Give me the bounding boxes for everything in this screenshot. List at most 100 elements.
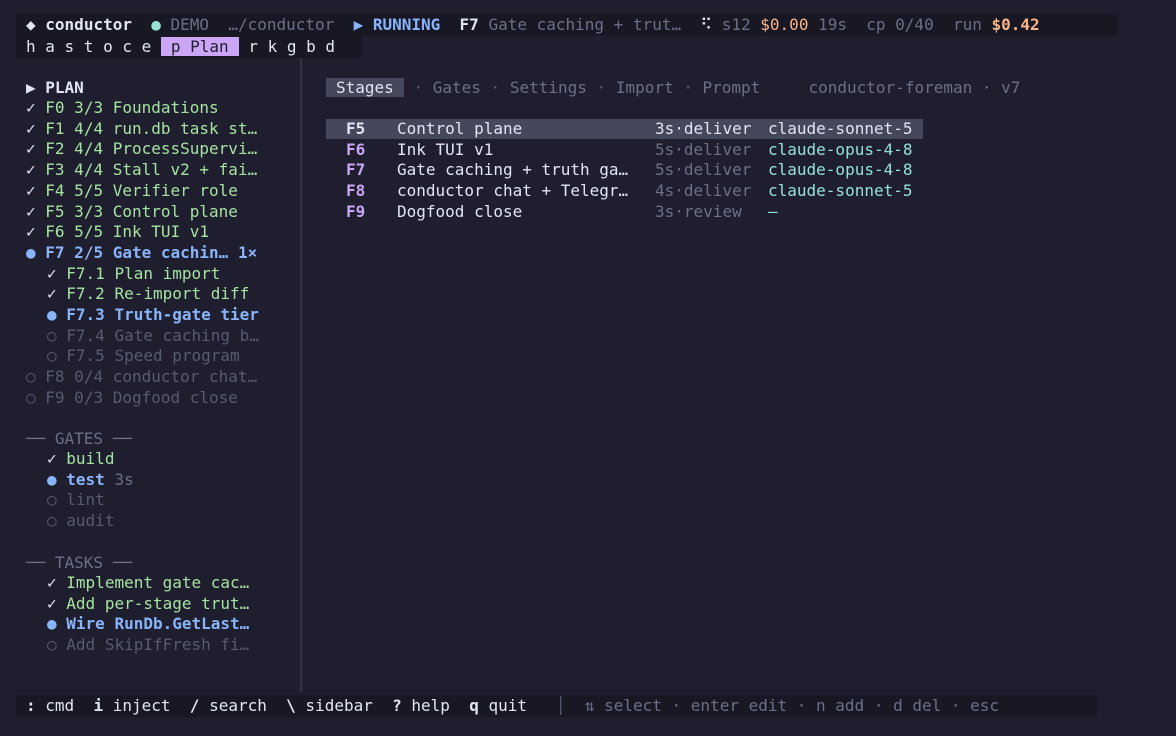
tab-prompt[interactable]: Prompt [703,78,761,97]
plan-item[interactable]: ○ F8 0/4 conductor chat… [26,367,257,387]
gate-label: lint [66,490,105,510]
active-status-icon: ● [47,614,57,634]
key-label: help [411,696,450,715]
tab-stages[interactable]: Stages [326,78,404,97]
run-cost: $0.42 [991,15,1040,34]
stage-duration: 5s [655,139,675,159]
gate-item[interactable]: ○ audit [26,511,114,531]
task-item[interactable]: ✓ Add per-stage trut… [26,594,249,614]
plan-item[interactable]: ○ F7.5 Speed program [26,346,240,366]
plan-item[interactable]: ✓ F0 3/3 Foundations [26,98,219,118]
plan-item[interactable]: ○ F7.4 Gate caching b… [26,326,259,346]
key-hint: / [189,696,200,715]
plan-item[interactable]: ✓ F6 5/5 Ink TUI v1 [26,222,209,242]
gate-item[interactable]: ✓ build [26,449,114,469]
tab-import[interactable]: Import [616,78,674,97]
plan-item-label: F1 4/4 run.db task st… [45,118,258,138]
active-status-icon: ● [26,242,36,262]
working-path: …/conductor [228,15,335,34]
stage-model: claude-opus-4-8 [768,139,913,159]
stage-id: F8 [346,181,366,201]
current-stage-title: Gate caching + trut… [488,15,682,34]
stage-model: claude-sonnet-5 [768,119,913,138]
done-status-icon: ✓ [47,573,57,592]
stage-model: claude-opus-4-8 [768,160,913,180]
gate-item[interactable]: ○ lint [26,490,105,510]
stage-timing: 4s·deliver [655,181,751,201]
tab-gates[interactable]: Gates [433,78,481,97]
footer-key-search[interactable]: / search [190,696,267,715]
stage-row[interactable]: F7 Gate caching + truth ga… 5s·deliver clau… [326,160,923,180]
stage-duration: 3s [655,201,675,221]
session-cost: $0.00 [760,15,809,34]
key-hint: \ [286,696,296,715]
stage-phase: review [683,201,742,221]
diamond-icon: ◆ [26,15,36,34]
stage-row[interactable]: F5 Control plane 3s·deliver claude-sonnet-5 [326,119,923,139]
run-state: RUNNING [372,15,441,34]
footer-key-cmd[interactable]: : cmd [26,696,74,715]
tab-shortcuts-left[interactable]: h a s t o c e [26,37,151,56]
tab-separator: · [413,78,424,97]
stage-duration: 4s [655,181,675,201]
key-label: quit [488,696,528,715]
gate-item[interactable]: ● test 3s [26,470,134,490]
stage-row[interactable]: F9 Dogfood close 3s·review — [326,202,923,222]
plan-header[interactable]: ▶ PLAN [26,78,84,98]
footer-divider: │ [555,696,566,715]
stage-title: Ink TUI v1 [397,139,494,159]
task-label: Wire RunDb.GetLast… [66,614,250,634]
done-status-icon: ✓ [26,201,36,221]
gate-label: test [66,469,105,489]
done-status-icon: ✓ [26,180,36,200]
plan-item[interactable]: ✓ F1 4/4 run.db task st… [26,119,257,139]
done-status-icon: ✓ [26,222,36,242]
plan-item-label: F7.4 Gate caching b… [66,325,259,345]
footer-key-sidebar[interactable]: \ sidebar [286,696,373,715]
stage-phase: deliver [683,119,752,138]
tab-shortcuts-right[interactable]: r k g b d [248,37,335,56]
key-label: search [209,696,267,715]
play-icon: ▶ [353,15,364,34]
plan-item[interactable]: ✓ F5 3/3 Control plane [26,202,238,222]
plan-item[interactable]: ✓ F7.1 Plan import [26,264,220,284]
stage-row[interactable]: F8 conductor chat + Telegr… 4s·deliver clau… [326,181,923,201]
plan-item[interactable]: ○ F9 0/3 Dogfood close [26,388,238,408]
plan-item[interactable]: ✓ F4 5/5 Verifier role [26,181,238,201]
plan-item[interactable]: ✓ F7.2 Re-import diff [26,284,249,304]
demo-badge: DEMO [170,15,210,34]
tab-settings[interactable]: Settings [510,78,587,97]
done-status-icon: ✓ [47,593,57,613]
plan-item[interactable]: ● F7 2/5 Gate cachin… 1× [26,243,257,263]
dot-separator: · [674,181,684,201]
key-hint: q [469,696,479,715]
stage-phase: deliver [683,139,752,159]
footer-key-help[interactable]: ? help [392,696,450,715]
active-status-icon: ● [47,469,57,489]
footer-key-inject[interactable]: i inject [93,696,170,715]
plan-item[interactable]: ✓ F2 4/4 ProcessSupervi… [26,139,257,159]
stage-id: F5 [346,119,366,138]
task-item[interactable]: ✓ Implement gate cac… [26,573,249,593]
task-item[interactable]: ● Wire RunDb.GetLast… [26,614,249,634]
stage-timing: 5s·deliver [655,140,751,160]
plan-item-label: F9 0/3 Dogfood close [45,387,238,407]
plan-item-label: F7.5 Speed program [66,346,240,366]
tab-separator: · [596,78,607,97]
done-status-icon: ✓ [47,263,57,283]
stage-row[interactable]: F6 Ink TUI v1 5s·deliver claude-opus-4-8 [326,140,923,160]
stage-model: claude-sonnet-5 [768,181,913,201]
stage-phase: deliver [683,160,752,180]
footer-key-quit[interactable]: q quit [469,696,527,715]
plan-item[interactable]: ✓ F3 4/4 Stall v2 + fai… [26,160,257,180]
dot-separator: · [674,160,684,180]
gate-duration: 3s [114,469,134,489]
task-item[interactable]: ○ Add SkipIfFresh fi… [26,635,249,655]
plan-item[interactable]: ● F7.3 Truth-gate tier [26,305,259,325]
key-hint: : [26,696,36,715]
done-status-icon: ✓ [47,284,57,304]
stage-id: F9 [346,201,366,221]
plan-item-label: F4 5/5 Verifier role [45,180,238,200]
dot-separator: · [674,119,684,138]
tab-plan[interactable]: p Plan [160,37,239,56]
